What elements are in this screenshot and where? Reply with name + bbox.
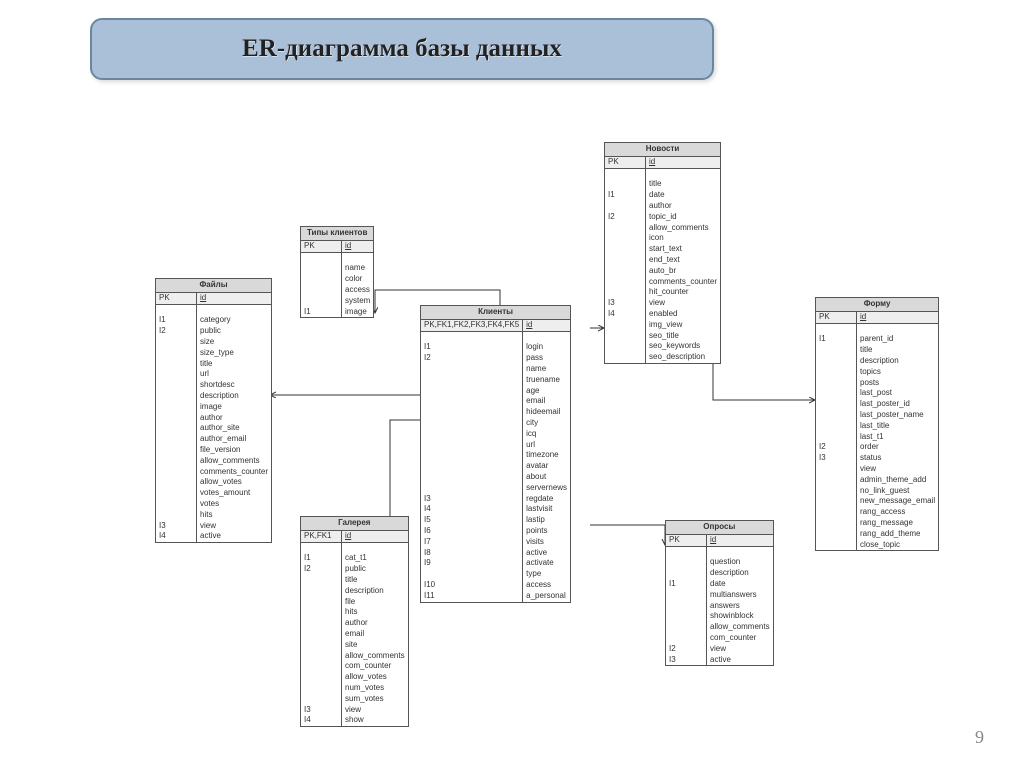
entity-e-forum: ФормуPKid I1parent_idtitledescriptiontop…: [815, 297, 939, 551]
entity-e-polls: ОпросыPKid questiondescriptionI1datemult…: [665, 520, 774, 666]
page-title: ER-диаграмма базы данных: [242, 35, 562, 63]
entity-e-files: ФайлыPKid I1categoryI2publicsizesize_typ…: [155, 278, 272, 543]
entity-title: Опросы: [666, 521, 773, 535]
entity-title: Форму: [816, 298, 938, 312]
entity-e-clients: КлиентыPK,FK1,FK2,FK3,FK4,FK5id I1loginI…: [420, 305, 571, 603]
page-title-box: ER-диаграмма базы данных: [90, 18, 714, 80]
entity-e-news: НовостиPKid titleI1dateauthorI2topic_ida…: [604, 142, 721, 364]
entity-title: Галерея: [301, 517, 408, 531]
entity-title: Файлы: [156, 279, 271, 293]
entity-title: Новости: [605, 143, 720, 157]
entity-e-gallery: ГалереяPK,FK1id I1cat_t1I2publictitledes…: [300, 516, 409, 727]
entity-e-types: Типы клиентовPKid namecoloraccesssystemI…: [300, 226, 374, 318]
entity-title: Клиенты: [421, 306, 570, 320]
diagram-canvas: ФайлыPKid I1categoryI2publicsizesize_typ…: [0, 100, 1024, 740]
entity-title: Типы клиентов: [301, 227, 373, 241]
